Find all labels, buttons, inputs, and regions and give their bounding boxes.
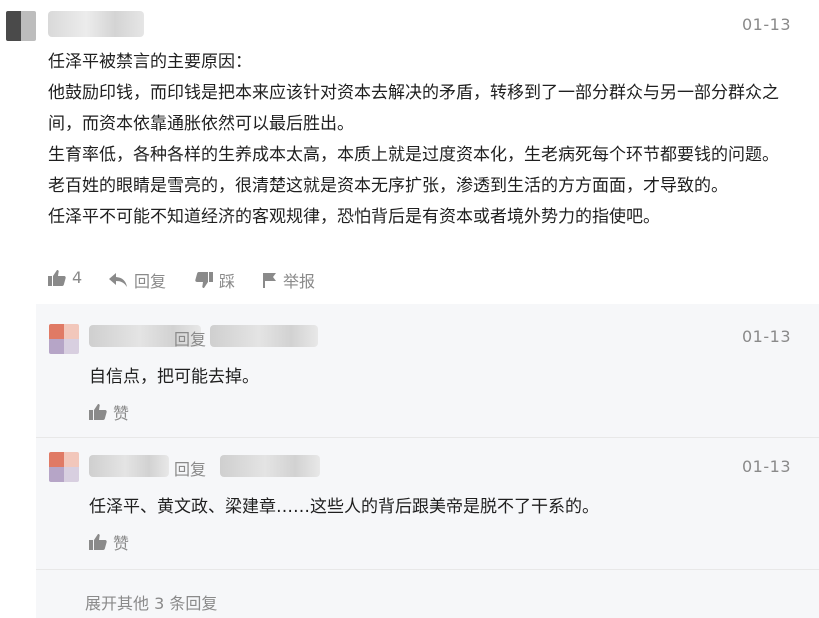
reply-date: 01-13: [742, 457, 791, 476]
reply-target-blurred[interactable]: [210, 325, 318, 347]
reply-text: 自信点，把可能去掉。: [89, 367, 259, 387]
flag-icon: [263, 273, 276, 288]
dislike-button[interactable]: 踩: [195, 268, 235, 292]
reply-to-word: 回复: [174, 330, 207, 349]
report-label: 举报: [283, 272, 316, 291]
comment-paragraph: 任泽平不可能不知道经济的客观规律，恐怕背后是有资本或者境外势力的指使吧。: [48, 207, 660, 227]
reply-like-label: 赞: [113, 534, 130, 553]
thumbs-down-icon: [195, 272, 213, 288]
reply-divider: [36, 437, 819, 438]
dislike-label: 踩: [219, 272, 236, 291]
comment-paragraph: 他鼓励印钱，而印钱是把本来应该针对资本去解决的矛盾，转移到了一部分群众与另一部分…: [48, 83, 779, 134]
comment-body: 任泽平被禁言的主要原因： 他鼓励印钱，而印钱是把本来应该针对资本去解决的矛盾，转…: [48, 47, 788, 233]
like-count: 4: [72, 268, 83, 287]
commenter-name-blurred[interactable]: [48, 11, 144, 37]
reply-to-word: 回复: [174, 460, 207, 479]
comment-paragraph: 生育率低，各种各样的生养成本太高，本质上就是过度资本化，生老病死每个环节都要钱的…: [48, 145, 779, 196]
reply-label: 回复: [134, 272, 167, 291]
reply-arrow-icon: [109, 273, 127, 287]
reply-author-blurred[interactable]: [89, 455, 169, 477]
like-button[interactable]: 4: [48, 268, 82, 287]
reply-like-button[interactable]: 赞: [89, 530, 129, 554]
thumbs-up-icon: [48, 269, 66, 286]
expand-more-replies-link[interactable]: 展开其他 3 条回复: [85, 590, 217, 614]
replies-section: 回复 01-13 自信点，把可能去掉。 赞 回复 01-13 任泽平、黄文政、梁…: [36, 304, 819, 618]
report-button[interactable]: 举报: [263, 268, 315, 292]
reply-button[interactable]: 回复: [108, 268, 166, 292]
reply-like-label: 赞: [113, 404, 130, 423]
reply-target-blurred[interactable]: [220, 455, 320, 477]
reply-date: 01-13: [742, 327, 791, 346]
reply-divider: [36, 569, 819, 570]
comment-date: 01-13: [742, 15, 791, 34]
thumbs-up-icon: [89, 404, 107, 420]
reply-like-button[interactable]: 赞: [89, 400, 129, 424]
reply-avatar[interactable]: [49, 324, 79, 354]
reply-avatar[interactable]: [49, 452, 79, 482]
reply-text: 任泽平、黄文政、梁建章……这些人的背后跟美帝是脱不了干系的。: [89, 497, 599, 517]
comment-paragraph: 任泽平被禁言的主要原因：: [48, 52, 252, 72]
commenter-avatar[interactable]: [6, 11, 36, 41]
thumbs-up-icon: [89, 534, 107, 550]
